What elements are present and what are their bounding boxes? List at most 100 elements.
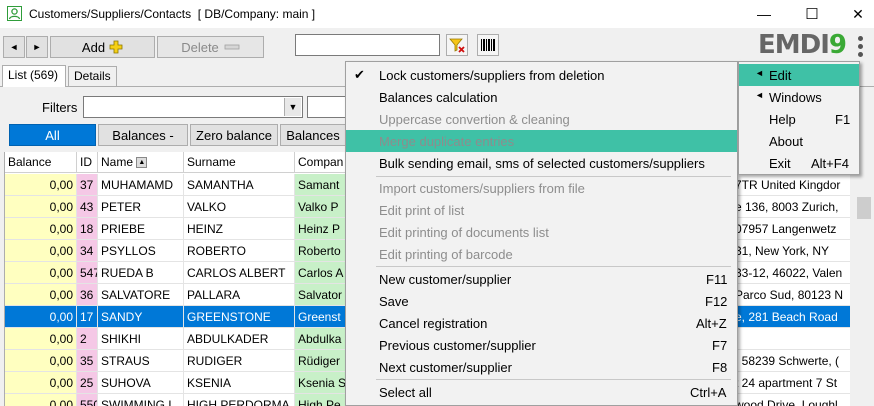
filter-combo[interactable]: ▼	[83, 96, 303, 118]
menu-item-edit-print-list[interactable]: Edit print of list	[346, 199, 737, 221]
balance-cell: 0,00	[5, 284, 77, 306]
menu-item-help[interactable]: Help F1	[739, 108, 859, 130]
surname-cell: HIGH PERDORMA	[184, 394, 295, 406]
minimize-button[interactable]: —	[742, 0, 786, 28]
clear-filter-button[interactable]	[446, 34, 468, 56]
surname-cell: PALLARA	[184, 284, 295, 306]
id-cell: 37	[77, 174, 98, 196]
table-row[interactable]: 0,00 550 SWIMMING L HIGH PERDORMA High P…	[5, 394, 355, 406]
previous-record-button[interactable]: ◄	[3, 36, 25, 58]
table-row-selected[interactable]: 0,00 17 SANDY GREENSTONE Greenst	[5, 306, 355, 328]
add-button[interactable]: Add	[50, 36, 155, 58]
name-cell: STRAUS	[98, 350, 184, 372]
tab-list[interactable]: List (569)	[2, 65, 66, 87]
chevron-down-icon[interactable]: ▼	[284, 98, 301, 116]
menu-item-edit[interactable]: ◄ Edit	[739, 64, 859, 86]
emdi9-logo: EMDI9	[758, 30, 847, 60]
menu-item-import-file[interactable]: Import customers/suppliers from file	[346, 177, 737, 199]
next-record-button[interactable]: ►	[26, 36, 48, 58]
name-cell: SWIMMING L	[98, 394, 184, 406]
vertical-scrollbar[interactable]	[854, 152, 874, 406]
name-cell: PETER	[98, 196, 184, 218]
balance-cell: 0,00	[5, 218, 77, 240]
menu-item-new-customer[interactable]: New customer/supplier F11	[346, 268, 737, 290]
column-header-balance[interactable]: Balance	[5, 152, 77, 173]
name-cell: SALVATORE	[98, 284, 184, 306]
balance-cell: 0,00	[5, 306, 77, 328]
table-row[interactable]: 0,00 2 SHIKHI ABDULKADER Abdulka	[5, 328, 355, 350]
id-cell: 36	[77, 284, 98, 306]
surname-cell: KSENIA	[184, 372, 295, 394]
surname-cell: HEINZ	[184, 218, 295, 240]
menu-item-edit-print-documents[interactable]: Edit printing of documents list	[346, 221, 737, 243]
menu-item-next-customer[interactable]: Next customer/supplier F8	[346, 356, 737, 378]
balance-cell: 0,00	[5, 372, 77, 394]
context-menu: ✔ Lock customers/suppliers from deletion…	[345, 61, 738, 406]
menu-item-about[interactable]: About	[739, 130, 859, 152]
menu-item-lock-deletion[interactable]: ✔ Lock customers/suppliers from deletion	[346, 64, 737, 86]
surname-cell: CARLOS ALBERT	[184, 262, 295, 284]
table-row[interactable]: 0,00 547 RUEDA B CARLOS ALBERT Carlos A	[5, 262, 355, 284]
balance-cell: 0,00	[5, 196, 77, 218]
menu-separator	[376, 379, 731, 380]
add-label: Add	[81, 39, 106, 55]
address-cell: 33-12, 46022, Valen	[733, 262, 850, 284]
menu-item-bulk-sending[interactable]: Bulk sending email, sms of selected cust…	[346, 152, 737, 174]
filter-balances-positive-button[interactable]: Balances	[280, 124, 346, 146]
column-header-surname[interactable]: Surname	[184, 152, 295, 173]
surname-cell: RUDIGER	[184, 350, 295, 372]
menu-item-windows[interactable]: ◄ Windows	[739, 86, 859, 108]
name-cell: SANDY	[98, 306, 184, 328]
menu-item-merge-duplicates[interactable]: Merge duplicate entries	[346, 130, 737, 152]
menu-item-previous-customer[interactable]: Previous customer/supplier F7	[346, 334, 737, 356]
surname-cell: VALKO	[184, 196, 295, 218]
submenu-arrow-icon: ◄	[755, 68, 764, 78]
table-row[interactable]: 0,00 37 MUHAMAMD SAMANTHA Samant	[5, 174, 355, 196]
close-button[interactable]: ✕	[836, 0, 874, 28]
title-bar: Customers/Suppliers/Contacts [ DB/Compan…	[0, 0, 874, 28]
table-row[interactable]: 0,00 36 SALVATORE PALLARA Salvator	[5, 284, 355, 306]
name-cell: SHIKHI	[98, 328, 184, 350]
column-header-id[interactable]: ID	[77, 152, 98, 173]
menu-item-balances-calculation[interactable]: Balances calculation	[346, 86, 737, 108]
maximize-button[interactable]: ☐	[790, 0, 834, 28]
menu-item-uppercase-convertion[interactable]: Uppercase convertion & cleaning	[346, 108, 737, 130]
filter-all-button[interactable]: All	[9, 124, 96, 146]
id-cell: 18	[77, 218, 98, 240]
tab-details[interactable]: Details	[68, 66, 117, 87]
more-options-icon[interactable]	[858, 36, 864, 60]
name-cell: PRIEBE	[98, 218, 184, 240]
barcode-button[interactable]	[477, 34, 499, 56]
search-input[interactable]	[295, 34, 440, 56]
table-row[interactable]: 0,00 43 PETER VALKO Valko P	[5, 196, 355, 218]
filter-combo-2[interactable]	[307, 96, 349, 118]
menu-item-edit-print-barcode[interactable]: Edit printing of barcode	[346, 243, 737, 265]
menu-separator	[376, 266, 731, 267]
balance-cell: 0,00	[5, 394, 77, 406]
balance-cell: 0,00	[5, 240, 77, 262]
table-row[interactable]: 0,00 25 SUHOVA KSENIA Ksenia S	[5, 372, 355, 394]
sort-ascending-icon: ▲	[136, 157, 148, 169]
menu-item-save[interactable]: Save F12	[346, 290, 737, 312]
balance-cell: 0,00	[5, 350, 77, 372]
filter-zero-balance-button[interactable]: Zero balance	[190, 124, 278, 146]
table-row[interactable]: 0,00 18 PRIEBE HEINZ Heinz P	[5, 218, 355, 240]
id-cell: 547	[77, 262, 98, 284]
table-row[interactable]: 0,00 35 STRAUS RUDIGER Rüdiger	[5, 350, 355, 372]
menu-item-exit[interactable]: Exit Alt+F4	[739, 152, 859, 174]
delete-button[interactable]: Delete	[157, 36, 264, 58]
address-cell: 31, New York, NY	[733, 240, 850, 262]
surname-cell: GREENSTONE	[184, 306, 295, 328]
id-cell: 34	[77, 240, 98, 262]
menu-item-cancel-registration[interactable]: Cancel registration Alt+Z	[346, 312, 737, 334]
address-cell: , 58239 Schwerte, (	[733, 350, 850, 372]
scrollbar-thumb[interactable]	[857, 197, 871, 219]
filter-balances-negative-button[interactable]: Balances -	[98, 124, 188, 146]
filter-clear-icon	[449, 38, 465, 53]
column-header-name[interactable]: Name ▲	[98, 152, 184, 173]
name-cell: RUEDA B	[98, 262, 184, 284]
menu-item-select-all[interactable]: Select all Ctrl+A	[346, 381, 737, 403]
table-row[interactable]: 0,00 34 PSYLLOS ROBERTO Roberto	[5, 240, 355, 262]
delete-label: Delete	[181, 39, 219, 55]
contacts-app-icon	[7, 6, 22, 21]
